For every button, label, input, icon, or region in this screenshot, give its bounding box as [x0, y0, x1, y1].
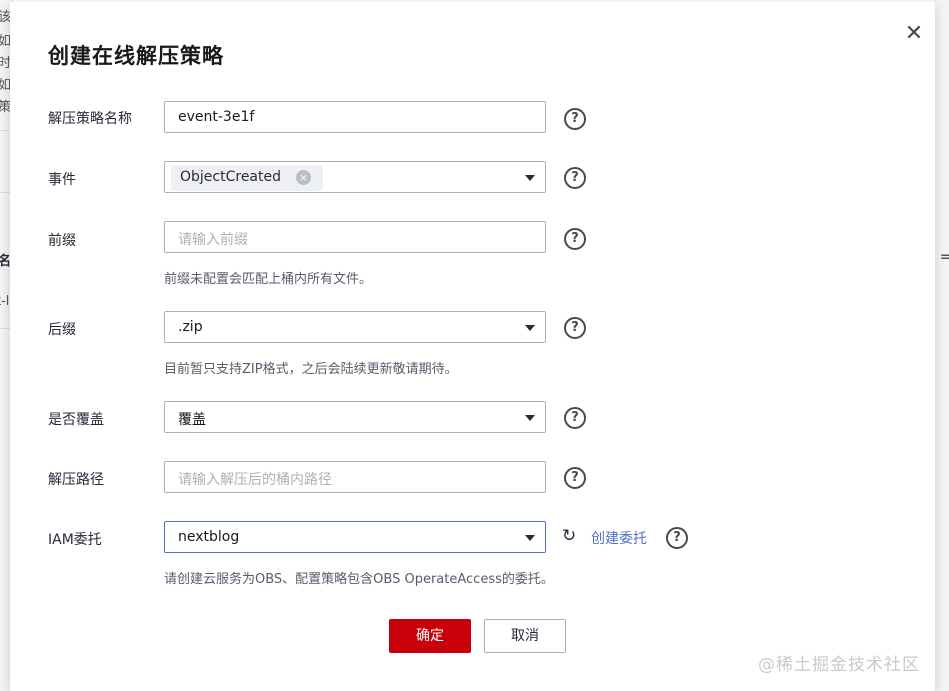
overwrite-select[interactable]: 覆盖	[164, 401, 546, 433]
suffix-hint: 目前暂只支持ZIP格式，之后会陆续更新敬请期待。	[164, 362, 458, 377]
help-icon[interactable]: ?	[564, 407, 586, 429]
iam-label: IAM委托	[48, 532, 102, 548]
overwrite-label: 是否覆盖	[48, 412, 104, 428]
event-tag: ObjectCreated ×	[171, 165, 323, 191]
prefix-placeholder: 请输入前缀	[178, 232, 248, 248]
prefix-label: 前缀	[48, 233, 76, 249]
iam-select[interactable]: nextblog	[164, 521, 546, 553]
dialog-title: 创建在线解压策略	[48, 44, 224, 68]
background-text: t-l	[0, 294, 10, 309]
help-icon[interactable]: ?	[564, 108, 586, 130]
suffix-select[interactable]: .zip	[164, 311, 546, 343]
event-label: 事件	[48, 172, 76, 188]
suffix-value: .zip	[178, 319, 203, 335]
path-placeholder: 请输入解压后的桶内路径	[178, 472, 332, 488]
path-label: 解压路径	[48, 472, 104, 488]
suffix-label: 后缀	[48, 322, 76, 338]
chevron-down-icon	[525, 415, 535, 421]
prefix-input[interactable]: 请输入前缀	[164, 221, 546, 253]
chevron-down-icon	[525, 535, 535, 541]
event-tag-label: ObjectCreated	[180, 169, 282, 185]
event-select[interactable]: ObjectCreated ×	[164, 161, 546, 193]
create-delegation-link[interactable]: 创建委托	[591, 528, 647, 548]
iam-hint: 请创建云服务为OBS、配置策略包含OBS OperateAccess的委托。	[164, 572, 554, 587]
cancel-button[interactable]: 取消	[484, 619, 566, 653]
refresh-icon[interactable]: ↻	[562, 526, 576, 546]
close-icon[interactable]: ✕	[904, 23, 924, 45]
watermark: @稀土掘金技术社区	[758, 655, 920, 675]
policy-name-value: event-3e1f	[178, 109, 255, 125]
help-icon[interactable]: ?	[564, 167, 586, 189]
overwrite-value: 覆盖	[178, 412, 206, 428]
help-icon[interactable]: ?	[564, 467, 586, 489]
background-right-panel	[934, 0, 949, 691]
create-decompress-policy-dialog: 创建在线解压策略 ✕ 解压策略名称 event-3e1f ? 事件 Object…	[10, 2, 935, 691]
remove-tag-icon[interactable]: ×	[296, 170, 311, 185]
help-icon[interactable]: ?	[564, 317, 586, 339]
background-text: =	[940, 250, 949, 265]
policy-name-input[interactable]: event-3e1f	[164, 101, 546, 133]
chevron-down-icon	[525, 175, 535, 181]
help-icon[interactable]: ?	[666, 527, 688, 549]
path-input[interactable]: 请输入解压后的桶内路径	[164, 461, 546, 493]
chevron-down-icon	[525, 325, 535, 331]
help-icon[interactable]: ?	[564, 228, 586, 250]
confirm-button[interactable]: 确定	[389, 619, 471, 653]
prefix-hint: 前缀未配置会匹配上桶内所有文件。	[164, 272, 373, 287]
iam-value: nextblog	[178, 529, 240, 545]
policy-name-label: 解压策略名称	[48, 111, 132, 127]
